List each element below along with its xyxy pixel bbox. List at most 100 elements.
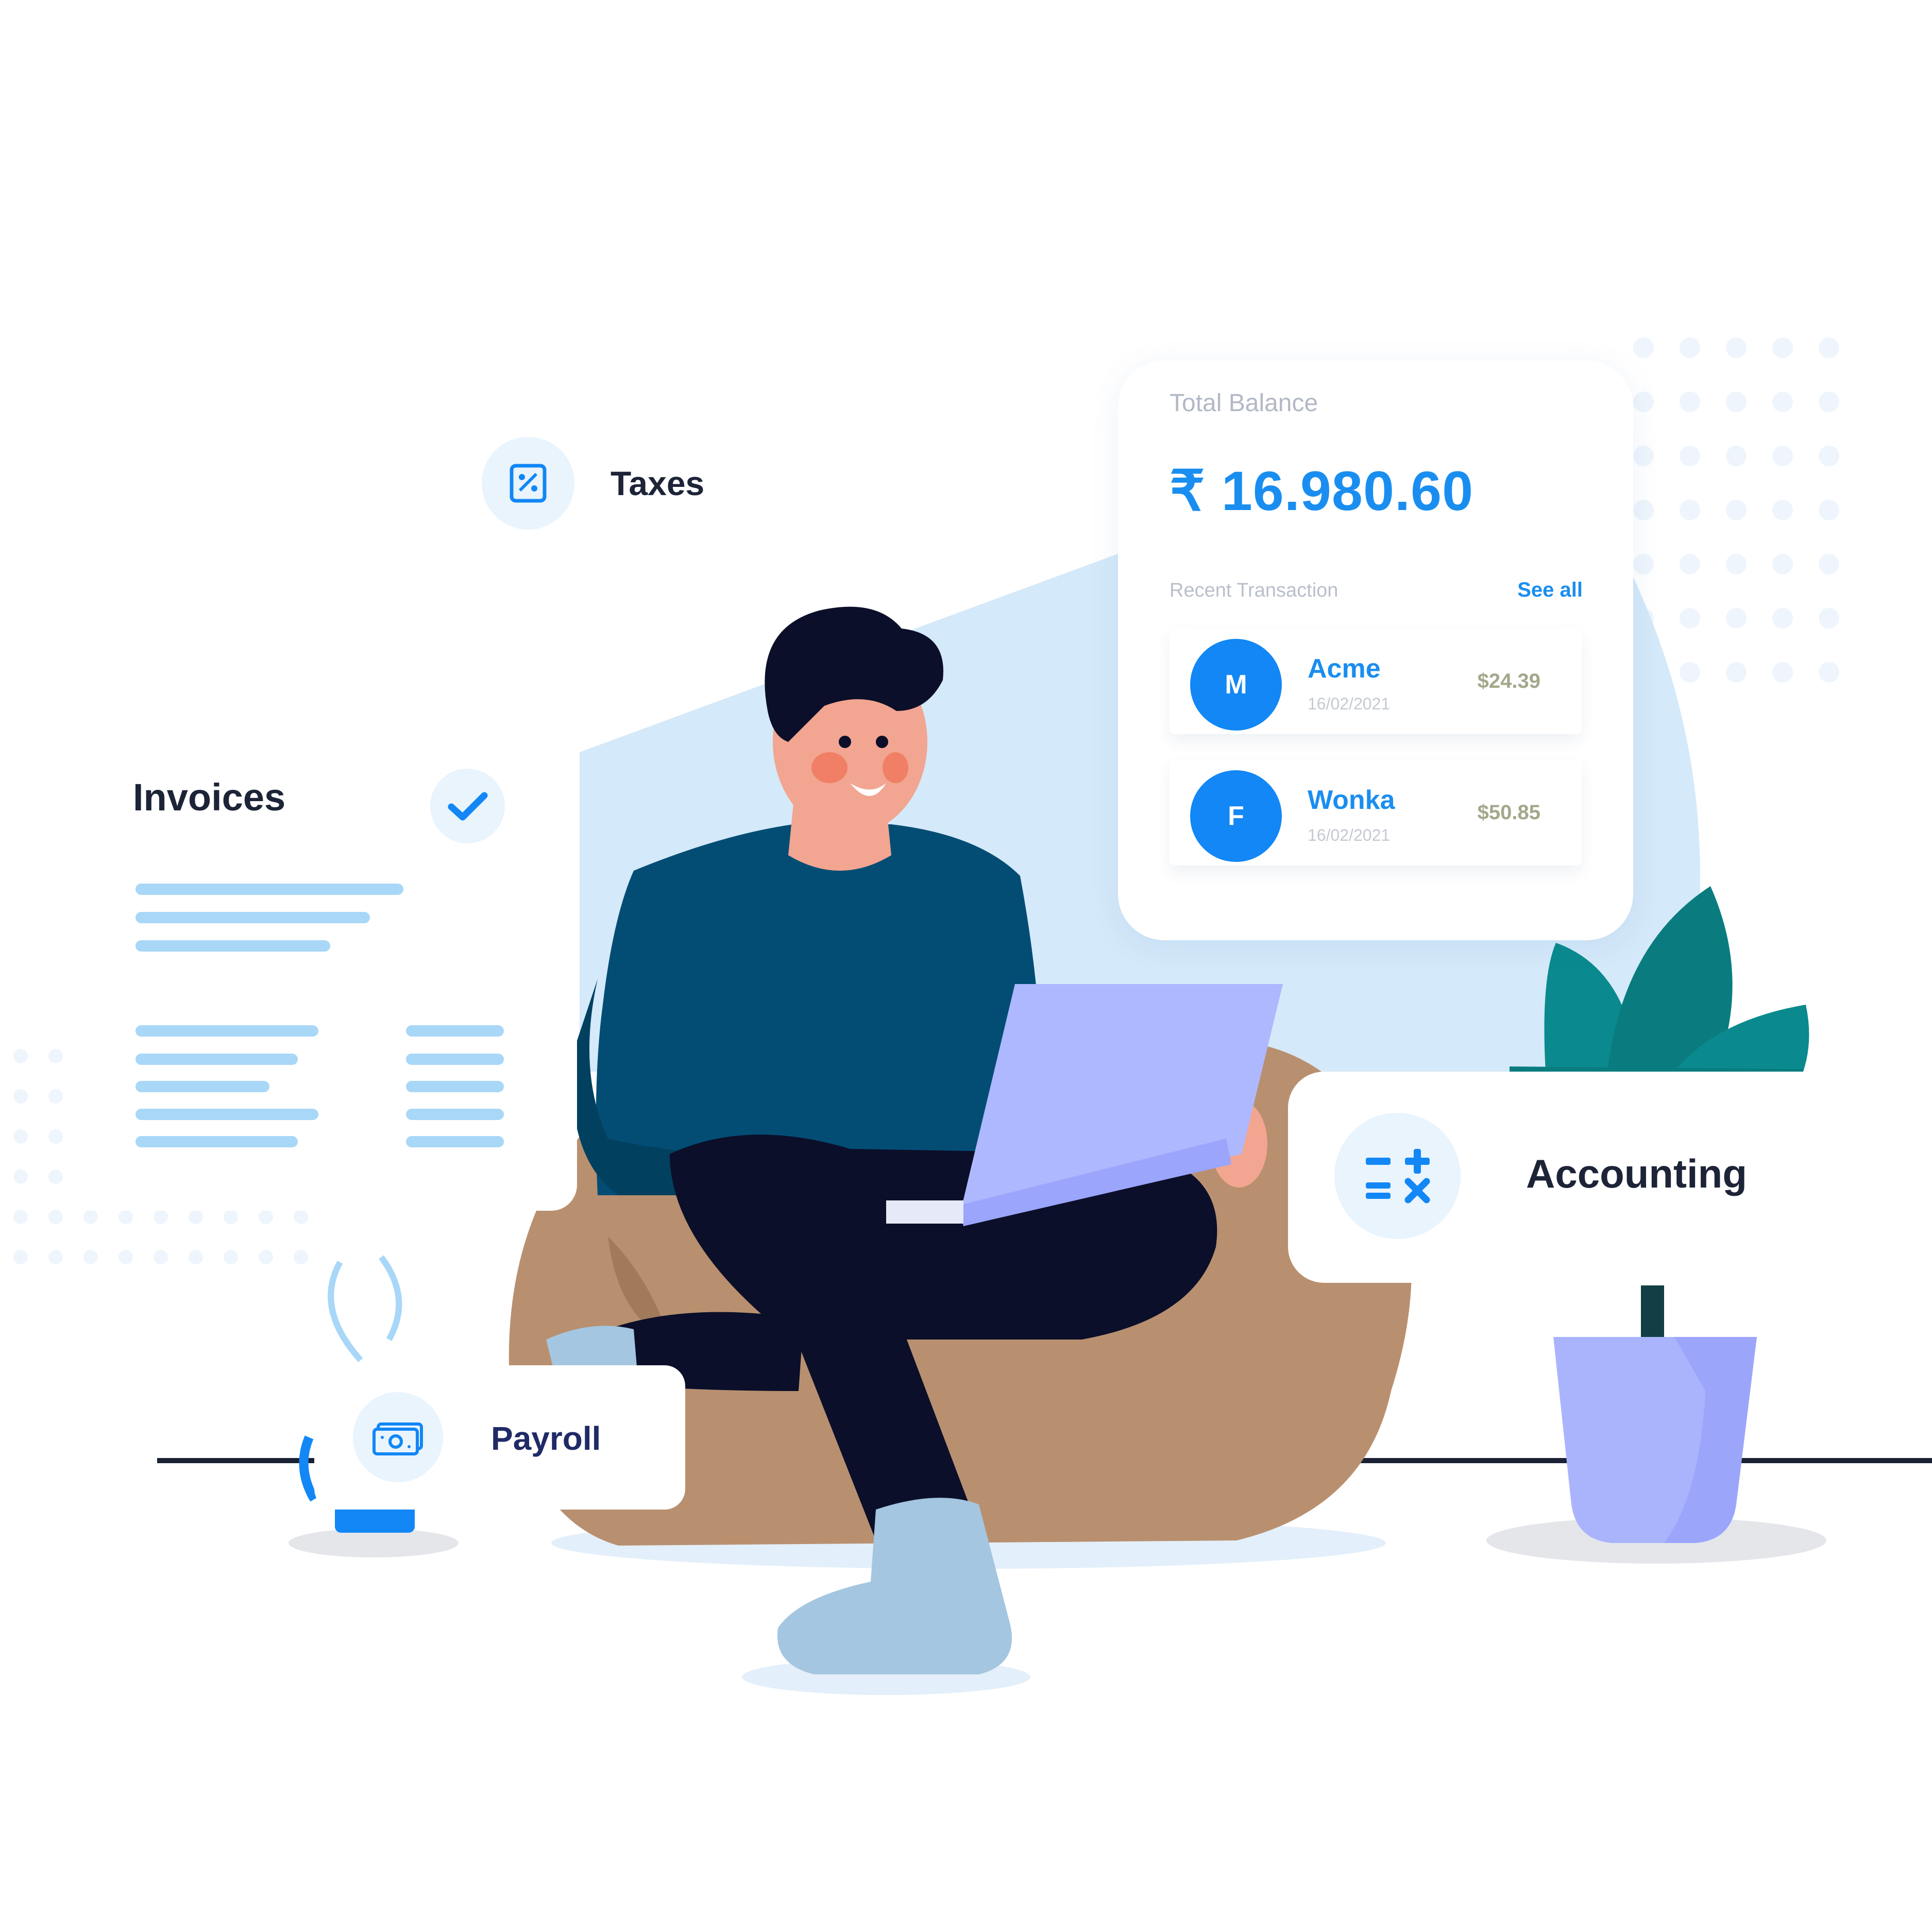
invoice-line	[135, 884, 403, 895]
decor-dot	[1726, 392, 1747, 412]
decor-dot	[1680, 392, 1700, 412]
decor-dot	[1726, 500, 1747, 520]
decor-dot	[1772, 392, 1793, 412]
decor-dot	[83, 1250, 98, 1264]
recent-transaction-label: Recent Transaction	[1170, 580, 1338, 601]
percent-receipt-icon	[510, 464, 547, 503]
invoice-line	[135, 1136, 298, 1147]
decor-dot	[154, 1210, 168, 1224]
transaction-date: 16/02/2021	[1308, 694, 1391, 713]
decor-dot	[1680, 554, 1700, 574]
decor-dot	[224, 1210, 238, 1224]
transaction-date: 16/02/2021	[1308, 826, 1391, 844]
avatar: F	[1190, 770, 1282, 862]
transaction-name: Wonka	[1308, 785, 1395, 815]
see-all-link[interactable]: See all	[1517, 579, 1583, 602]
decor-dot	[1819, 608, 1839, 629]
decor-dot	[48, 1210, 63, 1224]
decor-dot	[1772, 337, 1793, 358]
decor-dot	[259, 1210, 273, 1224]
transaction-row[interactable]: F Wonka 16/02/2021 $50.85	[1170, 760, 1582, 866]
taxes-label: Taxes	[611, 464, 705, 502]
accounting-label: Accounting	[1526, 1151, 1747, 1196]
decor-dot	[1680, 608, 1700, 629]
decor-dot	[189, 1250, 203, 1264]
plant-pot	[1553, 1285, 1757, 1543]
invoice-line	[406, 1054, 504, 1065]
decor-dot	[1726, 337, 1747, 358]
invoice-line	[135, 912, 370, 923]
decor-dot	[1772, 662, 1793, 683]
decor-dot	[1680, 662, 1700, 683]
payroll-icon-circle	[353, 1392, 443, 1482]
decor-dot	[13, 1129, 28, 1144]
invoice-line	[135, 1109, 318, 1120]
transaction-amount: $50.85	[1477, 801, 1540, 824]
dot-grid-top-right	[1633, 337, 1839, 683]
decor-dot	[1726, 554, 1747, 574]
checkmark-icon	[448, 792, 487, 820]
decor-dot	[1819, 662, 1839, 683]
invoice-line	[406, 1081, 504, 1092]
accounting-icon-circle	[1334, 1113, 1461, 1239]
decor-dot	[1633, 500, 1654, 520]
decor-dot	[1819, 337, 1839, 358]
invoice-line	[135, 1081, 269, 1092]
invoice-line	[135, 1054, 298, 1065]
decor-dot	[294, 1250, 308, 1264]
transaction-row[interactable]: M Acme 16/02/2021 $24.39	[1170, 629, 1582, 734]
invoice-line	[135, 1025, 318, 1037]
decor-dot	[1819, 554, 1839, 574]
decor-dot	[118, 1210, 133, 1224]
decor-dot	[259, 1250, 273, 1264]
total-balance-title: Total Balance	[1170, 389, 1318, 417]
decor-dot	[1819, 446, 1839, 466]
decor-dot	[154, 1250, 168, 1264]
decor-dot	[13, 1089, 28, 1104]
decor-dot	[1633, 446, 1654, 466]
decor-dot	[13, 1210, 28, 1224]
decor-dot	[1726, 662, 1747, 683]
taxes-card[interactable]: Taxes	[448, 412, 845, 556]
decor-dot	[1680, 337, 1700, 358]
decor-dot	[13, 1250, 28, 1264]
payroll-card[interactable]: Payroll	[314, 1365, 685, 1510]
accounting-card[interactable]: Accounting	[1288, 1072, 1932, 1283]
decor-dot	[224, 1250, 238, 1264]
decor-dot	[189, 1210, 203, 1224]
balance-card: Total Balance ₹ 16.980.60 Recent Transac…	[1118, 361, 1633, 940]
decor-dot	[294, 1210, 308, 1224]
decor-dot	[1772, 608, 1793, 629]
transaction-amount: $24.39	[1477, 670, 1540, 692]
transaction-name: Acme	[1308, 654, 1381, 684]
decor-dot	[48, 1170, 63, 1184]
decor-dot	[48, 1049, 63, 1063]
avatar: M	[1190, 639, 1282, 731]
decor-dot	[13, 1049, 28, 1063]
invoice-line	[135, 940, 330, 952]
invoices-card[interactable]: Invoices	[67, 690, 577, 1211]
decor-dot	[1633, 337, 1654, 358]
decor-dot	[1772, 500, 1793, 520]
calculator-symbols-icon	[1365, 1148, 1430, 1203]
cash-icon	[372, 1422, 423, 1455]
decor-dot	[1680, 446, 1700, 466]
cup-shadow	[289, 1529, 459, 1557]
decor-dot	[1819, 500, 1839, 520]
decor-dot	[1819, 392, 1839, 412]
decor-dot	[48, 1250, 63, 1264]
total-balance-amount: ₹ 16.980.60	[1170, 460, 1474, 522]
payroll-label: Payroll	[491, 1420, 601, 1457]
invoice-line	[406, 1136, 504, 1147]
decor-dot	[83, 1210, 98, 1224]
taxes-icon-circle	[482, 437, 574, 530]
decor-dot	[1772, 446, 1793, 466]
decor-dot	[1726, 446, 1747, 466]
decor-dot	[48, 1089, 63, 1104]
invoices-title: Invoices	[133, 776, 286, 819]
invoice-line	[406, 1025, 504, 1037]
decor-dot	[118, 1250, 133, 1264]
decor-dot	[1726, 608, 1747, 629]
decor-dot	[1633, 554, 1654, 574]
decor-dot	[13, 1170, 28, 1184]
